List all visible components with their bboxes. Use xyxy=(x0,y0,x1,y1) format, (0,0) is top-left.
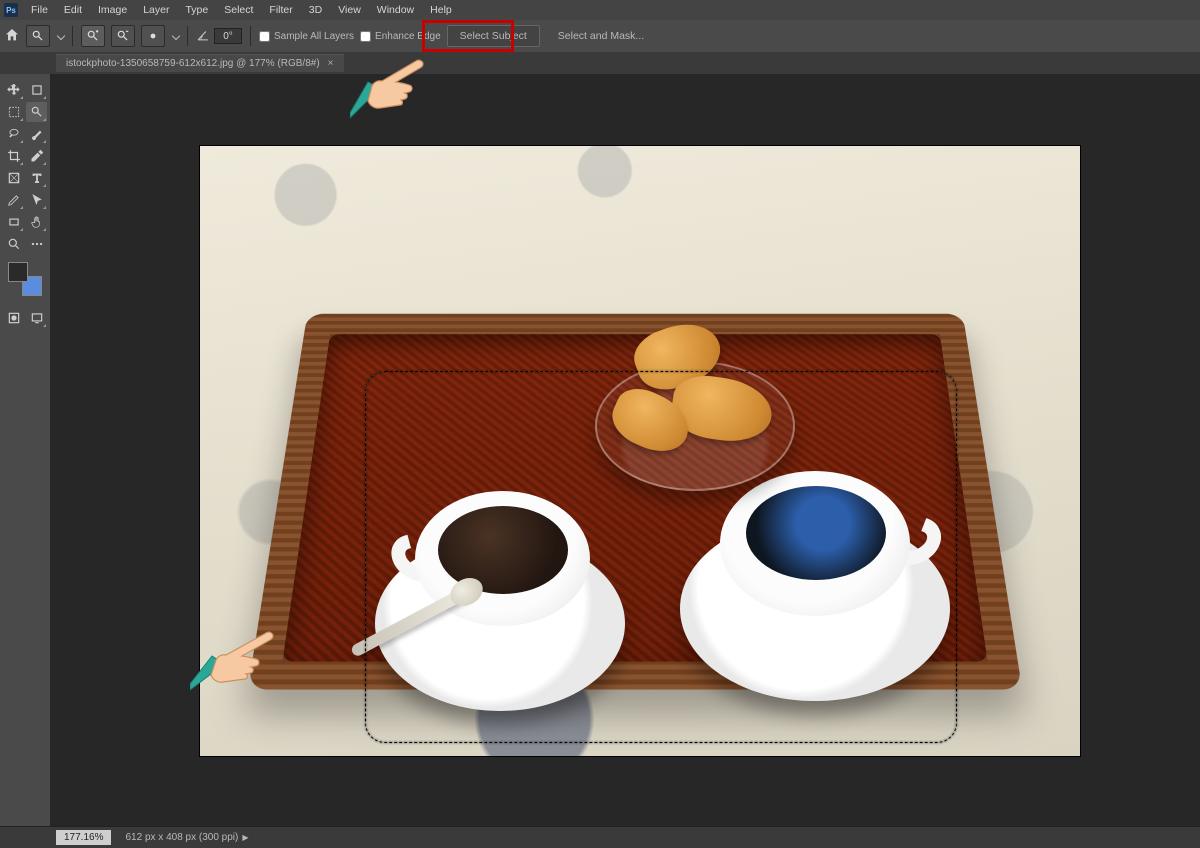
rectangle-tool[interactable] xyxy=(3,212,24,232)
divider xyxy=(72,26,73,46)
quick-mask-toggle[interactable] xyxy=(3,308,24,328)
document-tab-label: istockphoto-1350658759-612x612.jpg @ 177… xyxy=(66,58,320,69)
crop-tool[interactable] xyxy=(3,146,24,166)
edit-toolbar-button[interactable] xyxy=(26,234,47,254)
app-icon: Ps xyxy=(4,3,18,17)
brush-tool[interactable] xyxy=(26,124,47,144)
menu-help[interactable]: Help xyxy=(423,1,459,19)
eyedropper-tool[interactable] xyxy=(26,146,47,166)
menu-edit[interactable]: Edit xyxy=(57,1,89,19)
sample-all-layers-checkbox[interactable]: Sample All Layers xyxy=(259,31,354,42)
menu-window[interactable]: Window xyxy=(370,1,421,19)
document-image[interactable] xyxy=(200,146,1080,756)
work-area xyxy=(0,74,1200,826)
frame-tool[interactable] xyxy=(3,168,24,188)
add-to-selection-icon[interactable] xyxy=(81,25,105,47)
angle-icon xyxy=(196,28,210,45)
menu-filter[interactable]: Filter xyxy=(262,1,299,19)
menu-view[interactable]: View xyxy=(331,1,368,19)
enhance-edge-label: Enhance Edge xyxy=(375,31,441,42)
brush-size-icon[interactable] xyxy=(141,25,165,47)
canvas[interactable] xyxy=(50,74,1200,826)
menu-bar: Ps File Edit Image Layer Type Select Fil… xyxy=(0,0,1200,20)
menu-image[interactable]: Image xyxy=(91,1,134,19)
document-tab[interactable]: istockphoto-1350658759-612x612.jpg @ 177… xyxy=(56,54,344,72)
move-tool[interactable] xyxy=(3,80,24,100)
hand-tool[interactable] xyxy=(26,212,47,232)
zoom-tool[interactable] xyxy=(3,234,24,254)
quick-selection-tool[interactable] xyxy=(26,102,47,122)
divider xyxy=(250,26,251,46)
home-icon[interactable] xyxy=(4,27,20,46)
divider xyxy=(187,26,188,46)
document-dimensions-label: 612 px x 408 px (300 ppi)▶ xyxy=(125,832,248,843)
current-tool-icon[interactable] xyxy=(26,25,50,47)
tool-preset-dropdown-icon[interactable] xyxy=(57,32,65,40)
close-icon[interactable]: × xyxy=(328,58,334,69)
menu-type[interactable]: Type xyxy=(178,1,215,19)
brush-angle-field[interactable] xyxy=(214,28,242,44)
lasso-tool[interactable] xyxy=(3,124,24,144)
sample-all-layers-label: Sample All Layers xyxy=(274,31,354,42)
menu-file[interactable]: File xyxy=(24,1,55,19)
screen-mode-toggle[interactable] xyxy=(26,308,47,328)
document-tab-strip: istockphoto-1350658759-612x612.jpg @ 177… xyxy=(0,52,1200,74)
menu-select[interactable]: Select xyxy=(217,1,260,19)
brush-picker-dropdown-icon[interactable] xyxy=(172,32,180,40)
color-swatches[interactable] xyxy=(8,262,42,296)
options-bar: Sample All Layers Enhance Edge Select Su… xyxy=(0,20,1200,52)
type-tool[interactable] xyxy=(26,168,47,188)
foreground-color-swatch[interactable] xyxy=(8,262,28,282)
toolbox xyxy=(0,74,50,826)
menu-3d[interactable]: 3D xyxy=(302,1,329,19)
menu-layer[interactable]: Layer xyxy=(136,1,176,19)
pen-tool[interactable] xyxy=(3,190,24,210)
artboard-tool[interactable] xyxy=(26,80,47,100)
zoom-level-field[interactable]: 177.16% xyxy=(56,830,111,845)
image-coffee-right xyxy=(746,486,886,580)
select-subject-button[interactable]: Select Subject xyxy=(447,25,540,47)
subtract-from-selection-icon[interactable] xyxy=(111,25,135,47)
select-and-mask-button[interactable]: Select and Mask... xyxy=(546,26,656,46)
enhance-edge-checkbox[interactable]: Enhance Edge xyxy=(360,31,441,42)
chevron-right-icon[interactable]: ▶ xyxy=(242,833,248,842)
path-selection-tool[interactable] xyxy=(26,190,47,210)
status-bar: 177.16% 612 px x 408 px (300 ppi)▶ xyxy=(0,826,1200,848)
marquee-tool[interactable] xyxy=(3,102,24,122)
